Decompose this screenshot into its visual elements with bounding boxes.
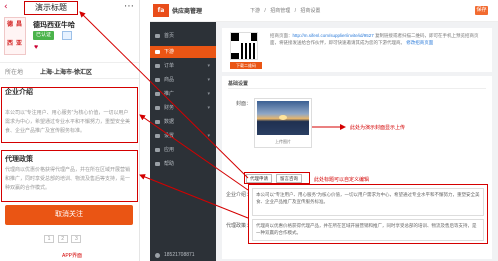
sidebar-item-label: 推广 — [164, 91, 175, 97]
logo-char: 亚 — [16, 40, 23, 47]
invite-link[interactable]: http://m.sifenl.com/supplier/invite/id/9… — [293, 33, 374, 38]
account-number: 18521708871 — [164, 252, 195, 258]
qr-code — [230, 32, 258, 60]
account-footer[interactable]: 18521708871 — [150, 250, 216, 261]
intro-highlight — [1, 87, 138, 143]
policy-highlight — [1, 150, 138, 202]
chevron-down-icon: ▾ — [207, 91, 210, 97]
pager-item[interactable]: 1 — [44, 235, 54, 243]
breadcrumb-item: 招商设置 — [300, 8, 321, 14]
cover-image — [257, 101, 309, 135]
brand-logo: 德 昌 西 亚 — [4, 17, 26, 55]
cover-note: 此处为演示封面显示上传 — [350, 125, 406, 131]
wallet-icon — [155, 106, 160, 110]
breadcrumb-sep: / — [294, 8, 296, 14]
gear-icon — [155, 134, 160, 138]
form-section-title: 基础设置 — [228, 81, 249, 87]
megaphone-icon — [155, 92, 160, 96]
chevron-down-icon: ▾ — [207, 77, 210, 83]
home-icon — [155, 34, 160, 38]
brand-name: 德玛西亚牛哈 — [33, 22, 75, 29]
tags-note: 此处标题可以自定义编辑 — [314, 177, 370, 183]
id-badge-icon — [62, 31, 72, 40]
admin-logo: fa — [153, 4, 169, 17]
sidebar-item-label: 帮助 — [164, 161, 175, 167]
help-icon — [155, 162, 160, 166]
sidebar-item-promo[interactable]: 推广 ▾ — [150, 88, 216, 100]
breadcrumb: 下游 / 招商管理 / 招商设置 — [250, 7, 323, 14]
sidebar-item-label: 首页 — [164, 33, 175, 39]
grid-icon — [155, 148, 160, 152]
verified-badge: 已认证 — [33, 31, 55, 40]
chevron-down-icon: ▾ — [207, 105, 210, 111]
pager-item[interactable]: 3 — [71, 235, 82, 243]
invite-prefix: 招商页面： — [270, 33, 293, 38]
admin-header: fa 供应商管理 下游 / 招商管理 / 招商设置 保存 — [150, 0, 498, 22]
chevron-left-icon[interactable]: ‹ — [4, 2, 8, 12]
sidebar-item-finance[interactable]: 财务 ▾ — [150, 102, 216, 114]
sidebar-item-orders[interactable]: 订单 ▾ — [150, 60, 216, 72]
chart-icon — [155, 120, 160, 124]
sidebar-item-label: 设置 — [164, 133, 175, 139]
sidebar-item-label: 应用 — [164, 147, 175, 153]
sidebar-item-home[interactable]: 首页 — [150, 30, 216, 42]
title-callout: 演示标题 — [24, 1, 78, 15]
unfollow-button[interactable]: 取消关注 — [5, 205, 133, 225]
order-icon — [155, 64, 160, 68]
mobile-header: ‹ 演示标题 ⋯ — [0, 0, 140, 16]
qr-panel: 下载二维码 招商页面：http://m.sifenl.com/supplier/… — [222, 28, 492, 72]
edit-invite-link[interactable]: 修改招商页面 — [406, 40, 433, 45]
pager-item[interactable]: 2 — [57, 235, 68, 243]
sidebar-item-label: 商品 — [164, 77, 175, 83]
invite-info: 招商页面：http://m.sifenl.com/supplier/invite… — [270, 32, 484, 46]
sidebar-item-label: 财务 — [164, 105, 175, 111]
logo-char: 德 — [7, 21, 14, 28]
cover-uploader[interactable]: 上传图片 — [254, 98, 312, 148]
sidebar-item-downstream[interactable]: 下游 — [150, 46, 216, 58]
breadcrumb-item[interactable]: 下游 — [250, 8, 260, 14]
text-fields-highlight — [248, 184, 488, 244]
app-caption: APP界面 — [62, 253, 83, 259]
sidebar-item-label: 下游 — [164, 49, 175, 55]
download-qr-button[interactable]: 下载二维码 — [230, 62, 262, 69]
heart-icon[interactable]: ♥ — [34, 44, 38, 51]
goods-icon — [155, 78, 160, 82]
sidebar-item-apps[interactable]: 应用 — [150, 144, 216, 156]
system-name: 供应商管理 — [172, 9, 203, 15]
save-button[interactable]: 保存 — [475, 6, 488, 15]
tags-highlight — [244, 172, 310, 184]
location-value: 上海-上海市-徐汇区 — [40, 70, 92, 76]
chevron-down-icon: ▾ — [207, 63, 210, 69]
sidebar-item-data[interactable]: 数据 — [150, 116, 216, 128]
brand-card: 德 昌 西 亚 德玛西亚牛哈 已认证 ♥ — [4, 17, 135, 59]
pager: 1 2 3 — [44, 235, 83, 243]
location-row: 所在地 上海-上海市-徐汇区 — [0, 62, 139, 79]
sun-graphic — [279, 115, 287, 120]
sidebar-item-label: 订单 — [164, 63, 175, 69]
ellipsis-icon[interactable]: ⋯ — [124, 1, 134, 12]
logo-char: 西 — [7, 40, 14, 47]
upload-caption[interactable]: 上传图片 — [255, 139, 311, 145]
sidebar-item-label: 数据 — [164, 119, 175, 125]
divider — [228, 88, 486, 89]
breadcrumb-item[interactable]: 招商管理 — [270, 8, 290, 14]
breadcrumb-sep: / — [264, 8, 266, 14]
location-label: 所在地 — [5, 70, 24, 76]
sidebar-item-settings[interactable]: 设置 ▾ — [150, 130, 216, 142]
chevron-down-icon: ▾ — [207, 133, 210, 139]
logo-char: 昌 — [16, 21, 23, 28]
users-icon — [155, 50, 160, 54]
mobile-preview: ‹ 演示标题 ⋯ 德 昌 西 亚 德玛西亚牛哈 已认证 ♥ 所在地 上海-上海市… — [0, 0, 140, 261]
sidebar-item-help[interactable]: 帮助 — [150, 158, 216, 170]
avatar — [155, 253, 160, 258]
sidebar: 首页 下游 订单 ▾ 商品 ▾ 推广 ▾ 财务 ▾ 数据 设置 ▾ 应用 帮助 — [150, 22, 216, 261]
settings-form: 基础设置 封面： 上传图片 此处为演示封面显示上传 代理申请 留言咨询 此处标题… — [222, 76, 492, 259]
sidebar-item-goods[interactable]: 商品 ▾ — [150, 74, 216, 86]
cover-label: 封面： — [236, 101, 252, 107]
